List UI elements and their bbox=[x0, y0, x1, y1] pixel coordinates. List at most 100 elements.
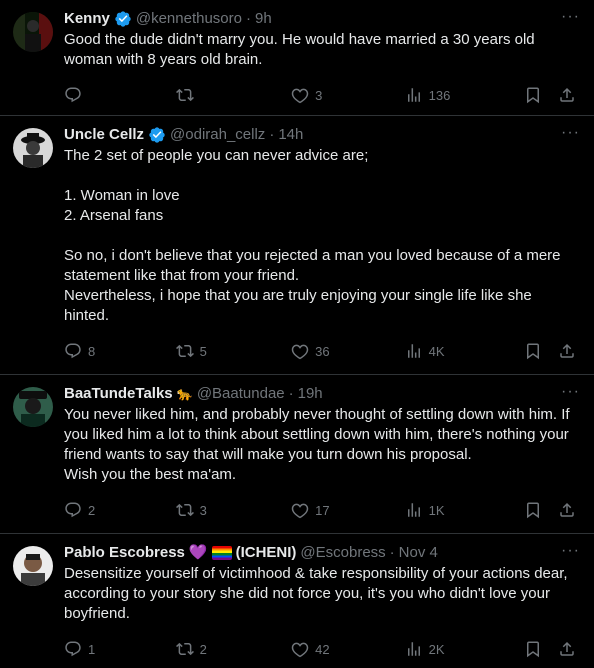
views-icon bbox=[407, 344, 420, 358]
reply-count: 8 bbox=[88, 343, 96, 359]
like-button[interactable]: 42 bbox=[291, 640, 405, 658]
retweet-icon bbox=[175, 503, 194, 517]
like-button[interactable]: 3 bbox=[291, 86, 405, 104]
reply-icon bbox=[65, 641, 81, 657]
views-button[interactable]: 1K bbox=[405, 501, 525, 519]
avatar[interactable] bbox=[13, 387, 53, 427]
more-icon[interactable]: ··· bbox=[561, 543, 580, 559]
retweet-button[interactable]: 5 bbox=[175, 342, 292, 360]
verified-badge-icon bbox=[149, 127, 165, 143]
tweet[interactable]: Pablo Escobress 💜 (ICHENI) @Escobress · … bbox=[0, 534, 594, 668]
avatar[interactable] bbox=[13, 12, 53, 52]
bookmark-icon bbox=[527, 87, 540, 104]
like-button[interactable]: 17 bbox=[291, 501, 405, 519]
retweet-icon bbox=[175, 88, 194, 102]
bookmark-button[interactable] bbox=[524, 501, 558, 519]
tweet-text: You never liked him, and probably never … bbox=[64, 406, 570, 483]
name-emoji: 🐆 bbox=[176, 386, 193, 401]
like-count: 17 bbox=[315, 502, 330, 518]
tweet[interactable]: Uncle Cellz @odirah_cellz · 14h ··· The … bbox=[0, 116, 594, 375]
tweet[interactable]: Kenny @kennethusoro · 9h ··· Good the du… bbox=[0, 0, 594, 116]
display-name-suffix: (ICHENI) bbox=[235, 544, 297, 561]
share-icon bbox=[560, 343, 574, 358]
more-icon[interactable]: ··· bbox=[561, 9, 580, 25]
tweet-header: Uncle Cellz @odirah_cellz · 14h bbox=[64, 126, 304, 144]
share-button[interactable] bbox=[558, 501, 578, 519]
verified-badge-icon bbox=[115, 11, 131, 27]
avatar[interactable] bbox=[13, 128, 53, 168]
like-count: 36 bbox=[315, 343, 330, 359]
timestamp[interactable]: Nov 4 bbox=[399, 544, 438, 562]
tweet-text: Good the dude didn't marry you. He would… bbox=[64, 31, 539, 68]
like-count: 42 bbox=[315, 641, 330, 657]
share-button[interactable] bbox=[558, 342, 578, 360]
retweet-count: 3 bbox=[199, 502, 207, 518]
views-count: 1K bbox=[428, 502, 445, 518]
bookmark-button[interactable] bbox=[524, 342, 558, 360]
more-icon[interactable]: ··· bbox=[561, 384, 580, 400]
views-icon bbox=[407, 503, 420, 517]
reply-feed: Kenny @kennethusoro · 9h ··· Good the du… bbox=[0, 0, 594, 668]
share-icon bbox=[560, 502, 574, 517]
action-bar: 1 2 42 2K bbox=[64, 630, 578, 668]
rainbow-flag-icon bbox=[211, 546, 232, 560]
timestamp[interactable]: 14h bbox=[278, 126, 303, 144]
display-name[interactable]: BaaTundeTalks bbox=[64, 385, 173, 403]
retweet-button[interactable] bbox=[175, 86, 292, 104]
action-bar: 3 136 bbox=[64, 76, 578, 114]
reply-icon bbox=[65, 343, 81, 359]
tweet-header: Kenny @kennethusoro · 9h bbox=[64, 10, 272, 28]
reply-count: 2 bbox=[88, 502, 96, 518]
avatar[interactable] bbox=[13, 546, 53, 586]
timestamp[interactable]: 9h bbox=[255, 10, 272, 28]
handle[interactable]: @kennethusoro bbox=[136, 10, 242, 28]
display-name[interactable]: Uncle Cellz bbox=[64, 126, 144, 144]
views-count: 4K bbox=[428, 343, 445, 359]
tweet-text: The 2 set of people you can never advice… bbox=[64, 147, 561, 324]
retweet-count: 2 bbox=[199, 641, 207, 657]
more-icon[interactable]: ··· bbox=[561, 125, 580, 141]
handle[interactable]: @odirah_cellz bbox=[170, 126, 265, 144]
tweet[interactable]: BaaTundeTalks 🐆 @Baatundae · 19h ··· You… bbox=[0, 375, 594, 534]
reply-count: 1 bbox=[88, 641, 96, 657]
heart-icon bbox=[291, 88, 309, 104]
handle[interactable]: @Escobress bbox=[300, 544, 385, 562]
views-button[interactable]: 136 bbox=[405, 86, 525, 104]
share-button[interactable] bbox=[558, 640, 578, 658]
bookmark-button[interactable] bbox=[524, 86, 558, 104]
heart-icon bbox=[291, 344, 309, 360]
tweet-header: Pablo Escobress 💜 (ICHENI) @Escobress · … bbox=[64, 544, 438, 562]
heart-icon bbox=[291, 503, 309, 519]
views-icon bbox=[407, 88, 420, 102]
views-icon bbox=[407, 642, 420, 656]
like-count: 3 bbox=[315, 87, 323, 103]
action-bar: 8 5 36 4K bbox=[64, 332, 578, 370]
reply-button[interactable]: 8 bbox=[64, 342, 176, 360]
reply-icon bbox=[65, 502, 81, 518]
timestamp[interactable]: 19h bbox=[298, 385, 323, 403]
bookmark-icon bbox=[527, 641, 540, 658]
reply-button[interactable] bbox=[64, 86, 176, 104]
bookmark-icon bbox=[527, 343, 540, 360]
bookmark-button[interactable] bbox=[524, 640, 558, 658]
reply-button[interactable]: 2 bbox=[64, 501, 176, 519]
tweet-text: Desensitize yourself of victimhood & tak… bbox=[64, 565, 572, 622]
retweet-icon bbox=[175, 642, 194, 656]
display-name[interactable]: Kenny bbox=[64, 10, 110, 28]
handle[interactable]: @Baatundae bbox=[197, 385, 285, 403]
views-button[interactable]: 4K bbox=[405, 342, 525, 360]
display-name[interactable]: Pablo Escobress bbox=[64, 544, 185, 562]
like-button[interactable]: 36 bbox=[291, 342, 405, 360]
retweet-button[interactable]: 3 bbox=[175, 501, 292, 519]
views-count: 136 bbox=[428, 87, 451, 103]
share-icon bbox=[560, 87, 574, 102]
views-count: 2K bbox=[428, 641, 445, 657]
name-emoji: 💜 bbox=[188, 544, 208, 561]
bookmark-icon bbox=[527, 502, 540, 519]
reply-button[interactable]: 1 bbox=[64, 640, 176, 658]
retweet-button[interactable]: 2 bbox=[175, 640, 292, 658]
share-icon bbox=[560, 641, 574, 656]
tweet-header: BaaTundeTalks 🐆 @Baatundae · 19h bbox=[64, 385, 323, 403]
share-button[interactable] bbox=[558, 86, 578, 104]
views-button[interactable]: 2K bbox=[405, 640, 525, 658]
